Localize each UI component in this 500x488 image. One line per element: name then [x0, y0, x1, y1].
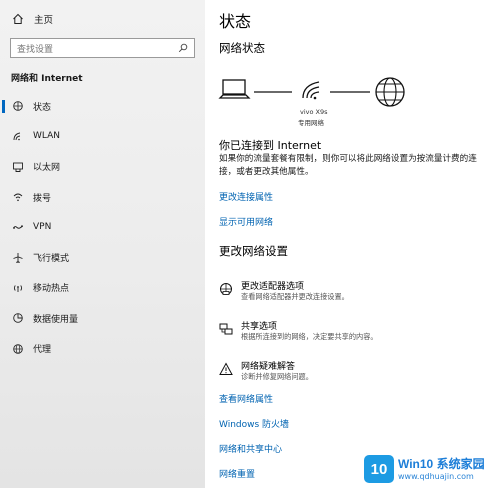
sidebar-item-dialup[interactable]: 拨号 — [0, 182, 205, 212]
sidebar-item-label: 飞行模式 — [33, 254, 70, 265]
proxy-globe-icon — [11, 342, 25, 356]
sidebar-item-label: WLAN — [33, 131, 61, 142]
adapter-icon — [217, 280, 235, 298]
sidebar-item-airplane[interactable]: 飞行模式 — [0, 242, 205, 272]
sidebar-item-status[interactable]: 状态 — [0, 91, 205, 121]
sidebar-item-label: 拨号 — [33, 193, 52, 204]
home-nav-item[interactable]: 主页 — [12, 11, 53, 27]
change-network-settings-heading: 更改网络设置 — [219, 244, 288, 258]
network-sharing-center-link[interactable]: 网络和共享中心 — [219, 442, 282, 455]
network-name-label: vivo X9s — [300, 108, 328, 116]
airplane-icon — [11, 251, 25, 265]
page-title: 状态 — [219, 12, 252, 31]
option-desc: 诊断并修复网络问题。 — [241, 372, 313, 381]
search-icon[interactable] — [178, 43, 188, 53]
ethernet-icon — [11, 160, 25, 174]
network-reset-link[interactable]: 网络重置 — [219, 467, 255, 480]
change-connection-properties-link[interactable]: 更改连接属性 — [219, 190, 273, 203]
sidebar-item-label: 代理 — [33, 345, 52, 356]
sidebar: 主页 查找设置 网络和 Internet 状态 WLAN 以太网 拨号 VPN … — [0, 0, 205, 488]
sidebar-nav: 状态 WLAN 以太网 拨号 VPN 飞行模式 移动热点 数据使用量 代理 — [0, 91, 205, 364]
sidebar-item-label: 以太网 — [33, 163, 61, 174]
network-diagram: vivo X9s 专用网络 — [218, 74, 408, 130]
internet-globe-icon — [375, 77, 405, 107]
home-label: 主页 — [34, 15, 54, 26]
option-title: 共享选项 — [241, 322, 278, 332]
watermark-badge: 10 — [364, 455, 394, 483]
laptop-icon — [218, 79, 251, 99]
adapter-options-item[interactable]: 更改适配器选项 查看网络适配器并更改连接设置。 — [217, 279, 487, 309]
network-status-heading: 网络状态 — [219, 41, 265, 55]
sidebar-item-hotspot[interactable]: 移动热点 — [0, 273, 205, 303]
sidebar-item-label: VPN — [33, 222, 52, 233]
watermark-brand: Win10 系统家园 — [398, 457, 485, 471]
sidebar-item-wlan[interactable]: WLAN — [0, 121, 205, 151]
home-icon — [12, 13, 26, 25]
sidebar-item-vpn[interactable]: VPN — [0, 212, 205, 242]
option-desc: 查看网络适配器并更改连接设置。 — [241, 292, 349, 301]
wifi-icon — [11, 129, 25, 143]
vpn-icon — [11, 220, 25, 234]
windows-firewall-link[interactable]: Windows 防火墙 — [219, 417, 289, 430]
sidebar-item-ethernet[interactable]: 以太网 — [0, 152, 205, 182]
view-network-properties-link[interactable]: 查看网络属性 — [219, 392, 273, 405]
site-watermark: 10 Win10 系统家园 www.qdhuajin.com — [364, 453, 496, 485]
sidebar-item-label: 数据使用量 — [33, 314, 79, 325]
sidebar-item-data-usage[interactable]: 数据使用量 — [0, 303, 205, 333]
option-desc: 根据所连接到的网络，决定要共享的内容。 — [241, 332, 378, 341]
sidebar-item-proxy[interactable]: 代理 — [0, 333, 205, 363]
troubleshooter-item[interactable]: 网络疑难解答 诊断并修复网络问题。 — [217, 359, 487, 389]
data-usage-icon — [11, 311, 25, 325]
dialup-icon — [11, 190, 25, 204]
globe-status-icon — [11, 99, 25, 113]
search-placeholder: 查找设置 — [17, 44, 54, 55]
show-available-networks-link[interactable]: 显示可用网络 — [219, 215, 273, 228]
sidebar-item-label: 状态 — [33, 102, 52, 113]
sharing-options-item[interactable]: 共享选项 根据所连接到的网络，决定要共享的内容。 — [217, 319, 487, 349]
hotspot-icon — [11, 281, 25, 295]
network-type-label: 专用网络 — [298, 119, 324, 127]
search-input[interactable]: 查找设置 — [10, 38, 195, 58]
section-title: 网络和 Internet — [11, 74, 83, 84]
sharing-icon — [217, 320, 235, 338]
option-title: 网络疑难解答 — [241, 362, 296, 372]
connected-description: 如果你的流量套餐有限制，则你可以将此网络设置为按流量计费的连接，或者更改其他属性… — [219, 154, 477, 177]
connected-heading: 你已连接到 Internet — [219, 139, 322, 152]
sidebar-item-label: 移动热点 — [33, 284, 70, 295]
wifi-signal-icon — [302, 81, 320, 100]
warning-icon — [217, 360, 235, 378]
option-title: 更改适配器选项 — [241, 282, 305, 292]
watermark-url: www.qdhuajin.com — [398, 472, 474, 481]
